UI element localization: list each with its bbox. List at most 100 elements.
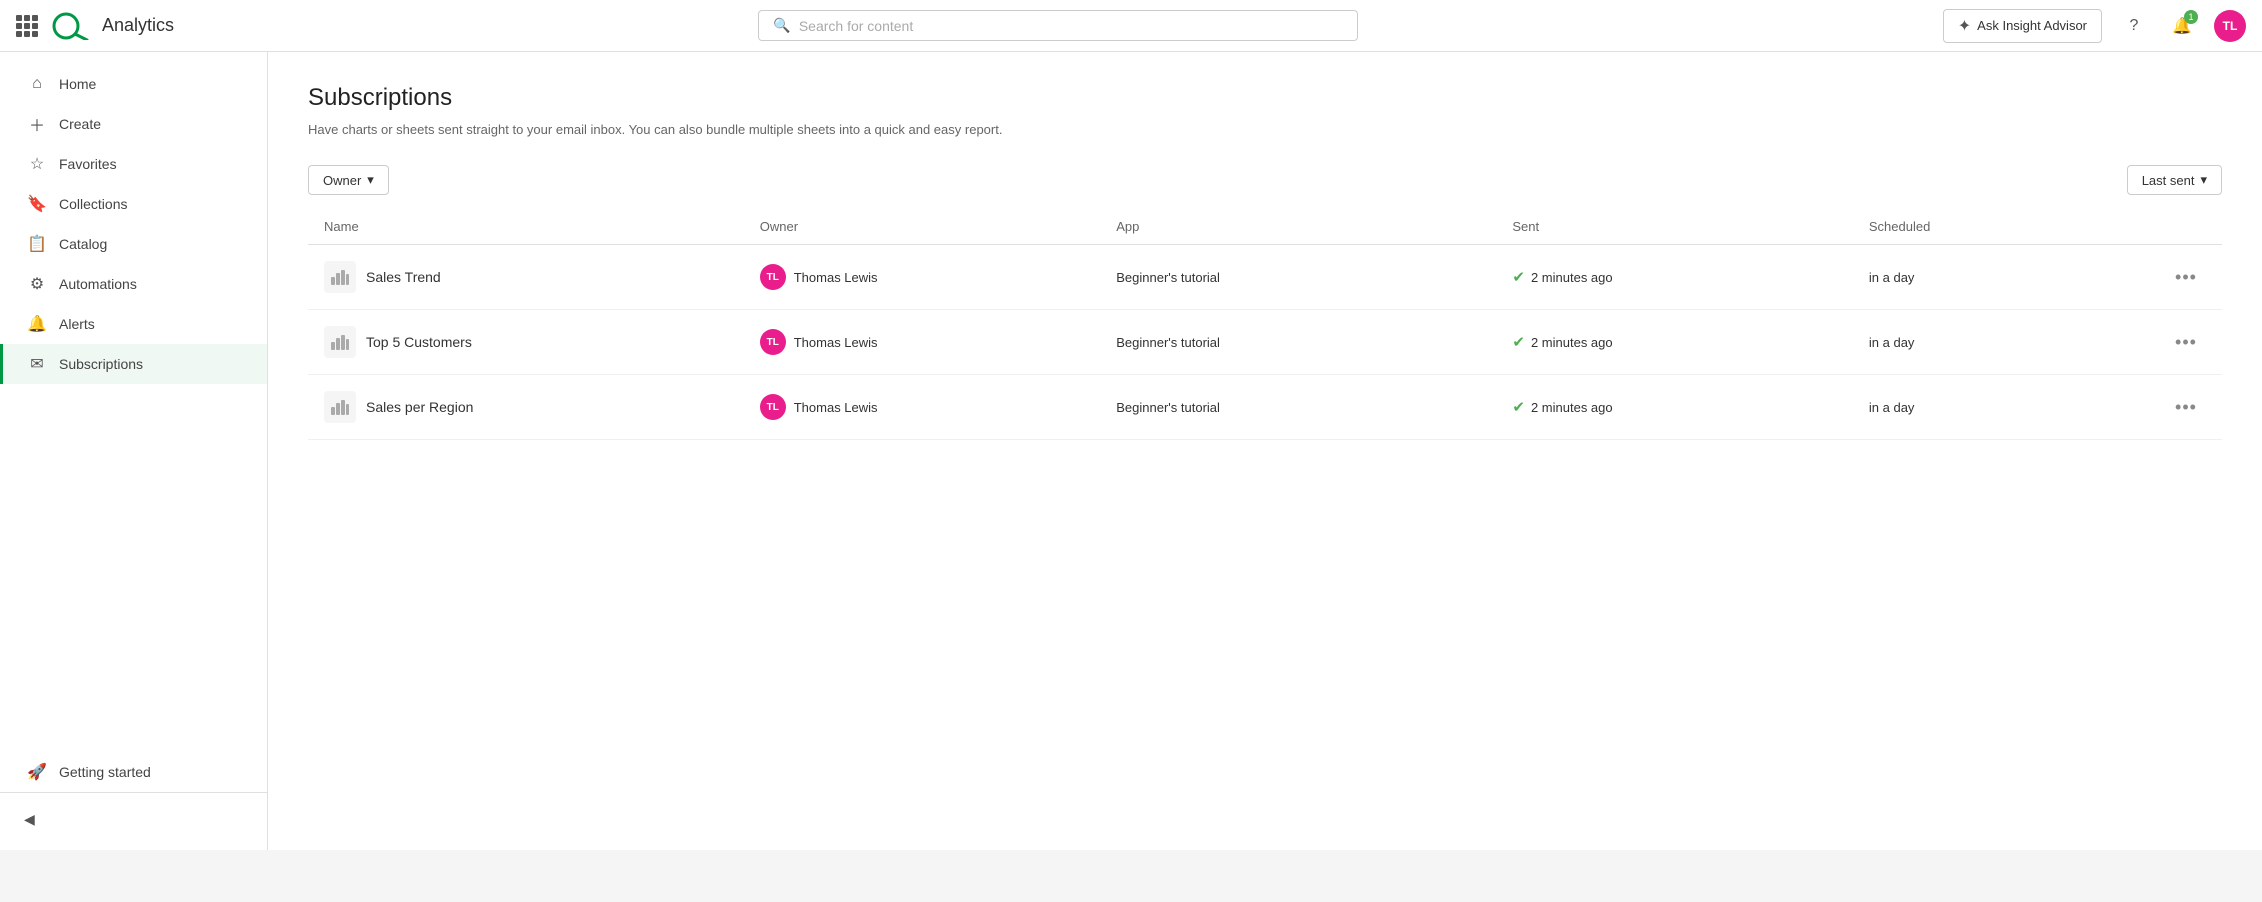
owner-avatar-0: TL [760,264,786,290]
sent-time-0: 2 minutes ago [1531,270,1613,285]
owner-filter-button[interactable]: Owner ▾ [308,165,389,195]
last-sent-label: Last sent [2142,173,2195,188]
page-description: Have charts or sheets sent straight to y… [308,122,2222,137]
row-app-0: Beginner's tutorial [1116,270,1512,285]
sidebar-item-favorites-label: Favorites [59,156,117,172]
sidebar-item-catalog-label: Catalog [59,236,107,252]
row-owner-1: TL Thomas Lewis [760,329,1117,355]
grid-menu-icon[interactable] [16,15,38,37]
row-name-1: Top 5 Customers [324,326,760,358]
insight-star-icon: ✦ [1958,16,1971,36]
owner-name-1: Thomas Lewis [794,335,878,350]
help-button[interactable]: ? [2118,10,2150,42]
sidebar-item-getting-started[interactable]: 🚀 Getting started [0,752,267,792]
sidebar-spacer [0,384,267,752]
rocket-icon: 🚀 [27,762,47,782]
col-header-sent: Sent [1512,219,1869,234]
filter-bar: Owner ▾ Last sent ▾ [308,165,2222,195]
row-app-2: Beginner's tutorial [1116,400,1512,415]
sidebar-collapse-button[interactable]: ◀ [0,801,267,838]
search-icon: 🔍 [773,17,790,34]
sidebar-item-alerts[interactable]: 🔔 Alerts [0,304,267,344]
sent-time-1: 2 minutes ago [1531,335,1613,350]
owner-avatar-1: TL [760,329,786,355]
sidebar-item-subscriptions-label: Subscriptions [59,356,143,372]
sidebar-item-favorites[interactable]: ☆ Favorites [0,144,267,184]
qlik-logo[interactable] [50,12,90,40]
sidebar-item-catalog[interactable]: 📋 Catalog [0,224,267,264]
owner-name-2: Thomas Lewis [794,400,878,415]
main-content: Subscriptions Have charts or sheets sent… [268,52,2262,850]
chart-icon-0 [324,261,356,293]
more-options-icon-2[interactable]: ••• [2175,397,2197,418]
alerts-icon: 🔔 [27,314,47,334]
table-row: Sales per Region TL Thomas Lewis Beginne… [308,375,2222,440]
layout: ⌂ Home ＋ Create ☆ Favorites 🔖 Collection… [0,52,2262,850]
owner-name-0: Thomas Lewis [794,270,878,285]
row-app-1: Beginner's tutorial [1116,335,1512,350]
row-name-text-0: Sales Trend [366,269,441,285]
search-area: 🔍 Search for content [214,10,1903,41]
user-avatar[interactable]: TL [2214,10,2246,42]
sidebar: ⌂ Home ＋ Create ☆ Favorites 🔖 Collection… [0,52,268,850]
col-header-actions [2166,219,2206,234]
row-actions-0: ••• [2166,267,2206,288]
sidebar-item-getting-started-label: Getting started [59,764,151,780]
table-body: Sales Trend TL Thomas Lewis Beginner's t… [308,245,2222,440]
sidebar-bottom: ◀ [0,792,267,838]
sidebar-item-home-label: Home [59,76,96,92]
col-header-name: Name [324,219,760,234]
chart-icon-1 [324,326,356,358]
automations-icon: ⚙ [27,274,47,294]
table-row: Top 5 Customers TL Thomas Lewis Beginner… [308,310,2222,375]
row-name-0: Sales Trend [324,261,760,293]
row-owner-0: TL Thomas Lewis [760,264,1117,290]
row-sent-0: ✔ 2 minutes ago [1512,268,1869,286]
catalog-icon: 📋 [27,234,47,254]
insight-advisor-button[interactable]: ✦ Ask Insight Advisor [1943,9,2102,43]
row-name-2: Sales per Region [324,391,760,423]
sidebar-item-alerts-label: Alerts [59,316,95,332]
sent-time-2: 2 minutes ago [1531,400,1613,415]
home-icon: ⌂ [27,74,47,94]
header-right: ✦ Ask Insight Advisor ? 🔔 1 TL [1943,9,2246,43]
sidebar-item-create-label: Create [59,116,101,132]
check-icon-2: ✔ [1512,398,1525,416]
sidebar-item-home[interactable]: ⌂ Home [0,64,267,104]
insight-advisor-label: Ask Insight Advisor [1977,18,2087,33]
search-placeholder: Search for content [799,18,913,34]
subscriptions-icon: ✉ [27,354,47,374]
notifications-button[interactable]: 🔔 1 [2166,10,2198,42]
row-sent-1: ✔ 2 minutes ago [1512,333,1869,351]
sidebar-item-subscriptions[interactable]: ✉ Subscriptions [0,344,267,384]
row-name-text-1: Top 5 Customers [366,334,472,350]
last-sent-chevron-icon: ▾ [2200,172,2207,188]
row-scheduled-0: in a day [1869,270,2166,285]
help-icon: ? [2130,17,2139,35]
check-icon-0: ✔ [1512,268,1525,286]
col-header-app: App [1116,219,1512,234]
sidebar-item-automations[interactable]: ⚙ Automations [0,264,267,304]
owner-chevron-icon: ▾ [367,172,374,188]
sidebar-item-collections-label: Collections [59,196,127,212]
header: Analytics 🔍 Search for content ✦ Ask Ins… [0,0,2262,52]
owner-avatar-2: TL [760,394,786,420]
row-name-text-2: Sales per Region [366,399,473,415]
app-name: Analytics [102,15,174,36]
table-header: Name Owner App Sent Scheduled [308,219,2222,245]
search-box[interactable]: 🔍 Search for content [758,10,1358,41]
more-options-icon-0[interactable]: ••• [2175,267,2197,288]
page-title: Subscriptions [308,84,2222,112]
col-header-owner: Owner [760,219,1117,234]
star-icon: ☆ [27,154,47,174]
row-scheduled-1: in a day [1869,335,2166,350]
sidebar-item-create[interactable]: ＋ Create [0,104,267,144]
more-options-icon-1[interactable]: ••• [2175,332,2197,353]
table-row: Sales Trend TL Thomas Lewis Beginner's t… [308,245,2222,310]
col-header-scheduled: Scheduled [1869,219,2166,234]
row-sent-2: ✔ 2 minutes ago [1512,398,1869,416]
sidebar-item-automations-label: Automations [59,276,137,292]
last-sent-sort-button[interactable]: Last sent ▾ [2127,165,2222,195]
chart-icon-2 [324,391,356,423]
sidebar-item-collections[interactable]: 🔖 Collections [0,184,267,224]
